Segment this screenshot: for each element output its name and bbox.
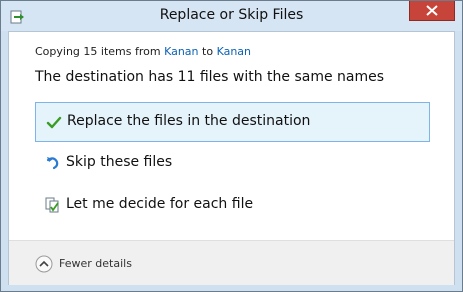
option-skip-label: Skip these files — [66, 154, 173, 170]
conflict-headline: The destination has 11 files with the sa… — [35, 69, 385, 85]
replace-or-skip-dialog: Replace or Skip Files Copying 15 items f… — [0, 0, 463, 292]
option-replace-files[interactable]: Replace the files in the destination — [35, 102, 430, 142]
destination-folder-link[interactable]: Kanan — [217, 45, 251, 58]
close-button[interactable] — [409, 1, 455, 21]
copy-summary-to: to — [198, 45, 217, 58]
option-decide-label: Let me decide for each file — [66, 196, 254, 212]
source-folder-link[interactable]: Kanan — [164, 45, 198, 58]
title-bar[interactable]: Replace or Skip Files — [1, 1, 462, 31]
fewer-details-toggle[interactable]: Fewer details — [59, 257, 132, 270]
skip-arrow-icon — [45, 155, 61, 171]
copy-summary: Copying 15 items from Kanan to Kanan — [35, 45, 251, 58]
close-icon — [426, 5, 438, 16]
checkmark-icon — [46, 115, 62, 131]
copy-summary-prefix: Copying 15 items from — [35, 45, 165, 58]
window-title: Replace or Skip Files — [159, 7, 304, 23]
dialog-footer: Fewer details — [9, 240, 454, 285]
option-replace-label: Replace the files in the destination — [67, 113, 311, 129]
chevron-up-icon[interactable] — [35, 255, 53, 273]
option-decide-each[interactable]: Let me decide for each file — [35, 185, 430, 225]
dialog-content: Copying 15 items from Kanan to Kanan The… — [8, 31, 455, 285]
option-skip-files[interactable]: Skip these files — [35, 143, 430, 183]
compare-files-icon — [45, 197, 61, 213]
